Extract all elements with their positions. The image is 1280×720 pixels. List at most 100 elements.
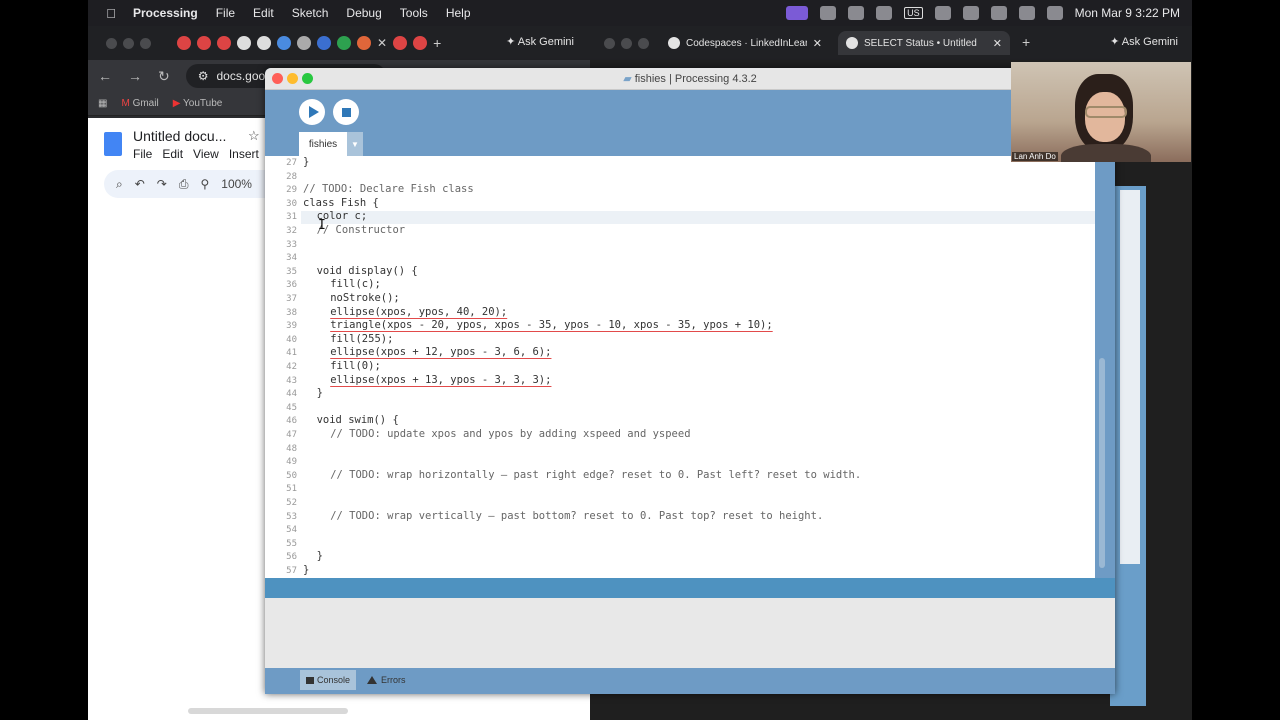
- code-line[interactable]: }: [303, 156, 309, 168]
- tab-favicon[interactable]: [317, 36, 331, 50]
- menu-processing[interactable]: Processing: [124, 6, 207, 20]
- tab-favicon[interactable]: [357, 36, 371, 50]
- tab-favicon[interactable]: [277, 36, 291, 50]
- zoom-window-button[interactable]: [638, 37, 649, 49]
- ask-gemini-button[interactable]: ✦ Ask Gemini: [506, 35, 574, 48]
- tab-select-status[interactable]: SELECT Status • Untitled ✕: [838, 31, 1010, 55]
- tab-favicon[interactable]: [257, 36, 271, 50]
- keyboard-input-source[interactable]: US: [904, 7, 923, 19]
- back-icon[interactable]: ←: [98, 68, 112, 84]
- window-title-bar[interactable]: ▰ fishies | Processing 4.3.2: [265, 68, 1115, 90]
- tab-favicon[interactable]: [393, 36, 408, 50]
- siri-icon[interactable]: [1046, 6, 1063, 20]
- code-line[interactable]: // TODO: wrap vertically — past bottom? …: [303, 510, 823, 522]
- record-icon[interactable]: [820, 6, 837, 20]
- console-output[interactable]: [265, 598, 1115, 668]
- forward-icon[interactable]: →: [128, 68, 142, 84]
- tab-favicon[interactable]: [197, 36, 211, 50]
- doc-title[interactable]: Untitled docu...: [133, 128, 226, 144]
- print-icon[interactable]: ⎙: [179, 177, 189, 192]
- code-line[interactable]: triangle(xpos - 20, ypos, xpos - 35, ypo…: [303, 319, 773, 331]
- close-window-button[interactable]: [604, 37, 615, 49]
- zoom-select[interactable]: 100%: [221, 177, 252, 191]
- tab-favicon[interactable]: [237, 36, 251, 50]
- menu-clock[interactable]: Mon Mar 9 3:22 PM: [1075, 6, 1180, 20]
- menu-file[interactable]: File: [207, 6, 244, 20]
- wifi-icon[interactable]: [962, 6, 979, 20]
- code-line[interactable]: // TODO: update xpos and ypos by adding …: [303, 428, 690, 440]
- docs-menu-insert[interactable]: Insert: [229, 147, 259, 161]
- spotlight-icon[interactable]: [990, 6, 1007, 20]
- menu-sketch[interactable]: Sketch: [283, 6, 338, 20]
- menu-help[interactable]: Help: [437, 6, 480, 20]
- ask-gemini-button[interactable]: ✦ Ask Gemini: [1110, 35, 1178, 48]
- presenter-name: Lan Anh Do: [1012, 152, 1058, 161]
- battery-icon[interactable]: [934, 6, 951, 20]
- code-line[interactable]: color c;: [303, 210, 368, 222]
- search-menus-icon[interactable]: ⌕: [116, 177, 123, 192]
- close-tab-icon[interactable]: ✕: [993, 37, 1002, 50]
- code-line[interactable]: ellipse(xpos + 12, ypos - 3, 6, 6);: [303, 346, 551, 358]
- new-tab-button[interactable]: +: [433, 35, 441, 51]
- undo-icon[interactable]: ↶: [135, 177, 145, 191]
- code-editor[interactable]: 27 28 29 30 31 32 33 34 35 36 37 38 39 40 41 42 43 44 45 46…: [265, 156, 1095, 578]
- editor-scroll-thumb[interactable]: [1099, 358, 1105, 568]
- close-window-button[interactable]: [106, 37, 117, 49]
- site-info-icon[interactable]: ⚙: [198, 69, 209, 83]
- code-line[interactable]: fill(255);: [303, 333, 393, 345]
- paint-format-icon[interactable]: ⚲: [200, 177, 209, 191]
- docs-menu-view[interactable]: View: [193, 147, 219, 161]
- accessibility-icon[interactable]: [876, 6, 893, 20]
- docs-menu-file[interactable]: File: [133, 147, 152, 161]
- code-line[interactable]: fill(0);: [303, 360, 381, 372]
- tab-favicon[interactable]: [177, 36, 191, 50]
- run-button[interactable]: [299, 99, 325, 125]
- minimize-window-button[interactable]: [123, 37, 134, 49]
- docs-menu-edit[interactable]: Edit: [162, 147, 183, 161]
- close-tab-icon[interactable]: ✕: [377, 36, 387, 50]
- docs-logo-icon[interactable]: [104, 132, 122, 156]
- horizontal-scrollbar[interactable]: [188, 708, 348, 714]
- code-line[interactable]: }: [303, 564, 309, 576]
- close-tab-icon[interactable]: ✕: [813, 37, 822, 50]
- code-line[interactable]: ellipse(xpos, ypos, 40, 20);: [303, 306, 507, 318]
- apple-icon[interactable]: : [98, 6, 124, 21]
- star-icon[interactable]: ☆: [248, 128, 260, 144]
- tab-favicon[interactable]: [413, 36, 428, 50]
- tab-fishies[interactable]: fishies: [299, 132, 347, 156]
- menu-tools[interactable]: Tools: [391, 6, 437, 20]
- code-line[interactable]: ellipse(xpos + 13, ypos - 3, 3, 3);: [303, 374, 551, 386]
- bookmark-youtube[interactable]: ▶ YouTube: [173, 98, 223, 109]
- screen-share-icon[interactable]: [786, 6, 809, 20]
- reload-icon[interactable]: ↻: [158, 68, 170, 85]
- bookmark-gmail[interactable]: M Gmail: [121, 98, 158, 109]
- code-line[interactable]: // TODO: wrap horizontally — past right …: [303, 469, 861, 481]
- code-line[interactable]: fill(c);: [303, 278, 381, 290]
- zoom-window-button[interactable]: [140, 37, 151, 49]
- stop-button[interactable]: [333, 99, 359, 125]
- tab-menu-arrow-icon[interactable]: ▼: [347, 132, 363, 156]
- errors-tab[interactable]: Errors: [367, 670, 406, 690]
- redo-icon[interactable]: ↷: [157, 177, 167, 191]
- minimize-window-button[interactable]: [621, 37, 632, 49]
- code-line[interactable]: }: [303, 387, 323, 399]
- code-line[interactable]: }: [303, 550, 323, 562]
- tab-favicon[interactable]: [297, 36, 311, 50]
- code-line[interactable]: class Fish {: [303, 197, 379, 209]
- code-line[interactable]: // TODO: Declare Fish class: [303, 183, 474, 195]
- code-line[interactable]: void swim() {: [303, 414, 399, 426]
- user-icon[interactable]: [848, 6, 865, 20]
- menu-edit[interactable]: Edit: [244, 6, 283, 20]
- console-tab[interactable]: Console: [300, 670, 356, 690]
- control-center-icon[interactable]: [1018, 6, 1035, 20]
- tab-favicon[interactable]: [337, 36, 351, 50]
- tab-favicon[interactable]: [217, 36, 231, 50]
- menu-debug[interactable]: Debug: [337, 6, 390, 20]
- apps-icon[interactable]: ▦: [98, 98, 107, 109]
- tab-codespaces[interactable]: Codespaces · LinkedInLearni ✕: [660, 31, 830, 55]
- code-line[interactable]: noStroke();: [303, 292, 400, 304]
- editor-scrollbar[interactable]: [1095, 156, 1115, 578]
- github-icon: [846, 37, 858, 49]
- code-line[interactable]: void display() {: [303, 265, 418, 277]
- new-tab-button[interactable]: +: [1022, 34, 1030, 50]
